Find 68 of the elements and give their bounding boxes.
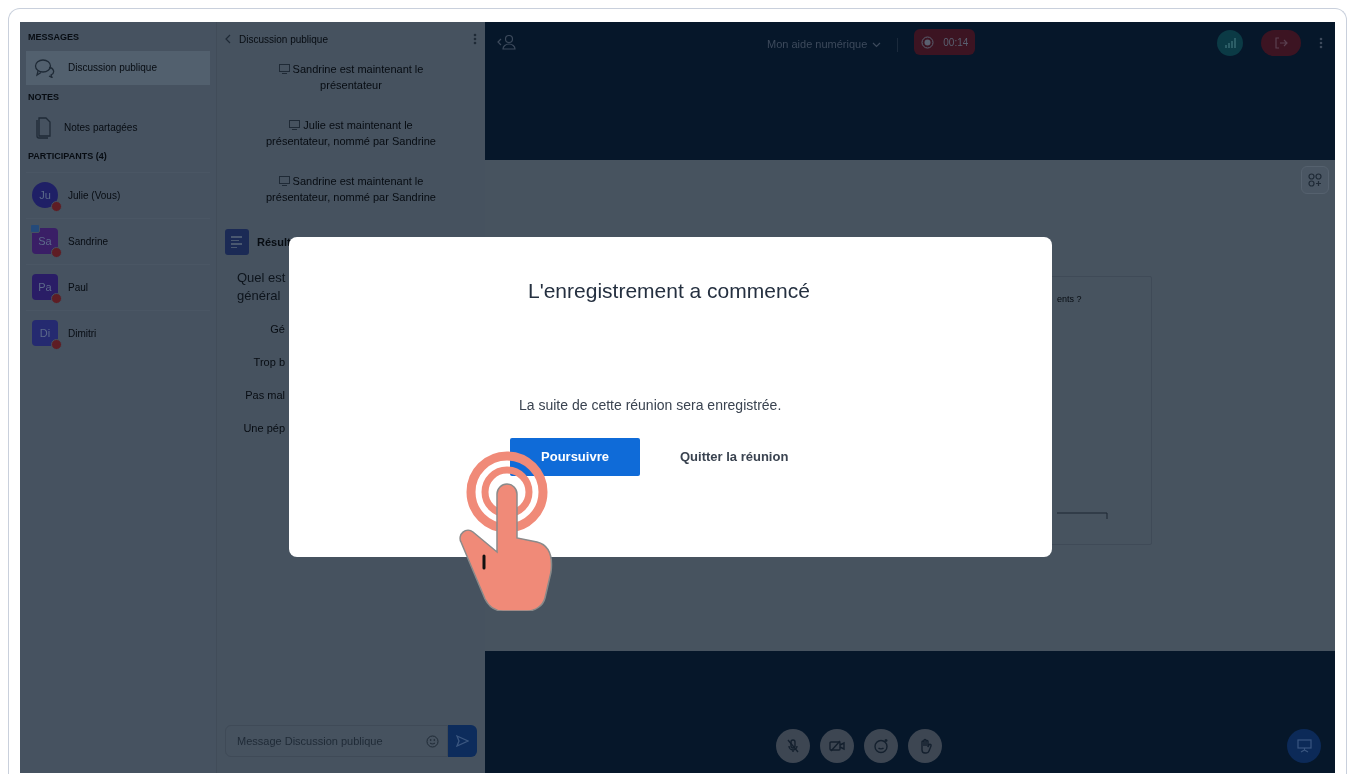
axis-line	[1057, 512, 1109, 520]
control-button[interactable]	[776, 729, 810, 763]
screen-share-button[interactable]	[1287, 729, 1321, 763]
chat-bubbles-icon	[34, 57, 56, 78]
poll-option: Une pép	[243, 420, 285, 437]
system-message: Sandrine est maintenant le	[292, 62, 424, 77]
participant-name: Paul	[68, 280, 88, 295]
record-icon	[921, 35, 935, 49]
participant-item[interactable]: Pa Paul	[26, 263, 210, 310]
leave-button[interactable]	[1261, 30, 1301, 56]
chat-title: Discussion publique	[239, 32, 328, 47]
system-message: présentateur, nommé par Sandrine	[266, 134, 436, 149]
poll-question: Quel est	[237, 269, 286, 287]
chart-title: ents ?	[1057, 293, 1083, 306]
more-icon[interactable]	[473, 33, 477, 45]
chevron-down-icon	[872, 41, 882, 48]
system-message: présentateur, nommé par Sandrine	[266, 190, 436, 205]
documents-icon	[34, 115, 52, 139]
monitor-icon	[278, 176, 290, 186]
control-button[interactable]	[908, 729, 942, 763]
continue-button[interactable]: Poursuivre	[510, 437, 640, 476]
exit-icon	[1274, 37, 1288, 49]
monitor-icon	[278, 64, 290, 74]
avatar: Di	[32, 320, 58, 346]
leave-meeting-button[interactable]: Quitter la réunion	[680, 446, 789, 467]
avatar: Sa	[32, 228, 58, 254]
sidebar-item[interactable]: Notes partagées	[26, 110, 210, 144]
dialog-title: L'enregistrement a commencé	[528, 278, 811, 304]
poll-option: Pas mal	[245, 387, 285, 404]
system-message: Julie est maintenant le	[303, 118, 413, 133]
avatar: Pa	[32, 274, 58, 300]
back-icon[interactable]	[225, 34, 231, 44]
system-message: Sandrine est maintenant le	[292, 174, 424, 189]
participant-item[interactable]: Ju Julie (Vous)	[26, 171, 210, 218]
section-heading: MESSAGES	[27, 31, 80, 44]
control-button[interactable]	[820, 729, 854, 763]
apps-button[interactable]	[1301, 166, 1329, 194]
signal-icon	[1224, 38, 1236, 48]
smiley-icon	[873, 738, 889, 754]
participant-item[interactable]: Di Dimitri	[26, 309, 210, 356]
poll-icon	[225, 229, 249, 255]
poll-question: général	[237, 287, 281, 305]
control-button[interactable]	[864, 729, 898, 763]
camera-off-icon	[828, 739, 846, 753]
send-icon	[456, 735, 469, 747]
system-message: présentateur	[320, 78, 382, 93]
section-heading: NOTES	[27, 90, 60, 104]
muted-microphone-icon	[785, 738, 801, 754]
smiley-icon[interactable]	[426, 734, 439, 748]
user-icon[interactable]	[497, 34, 517, 50]
apps-icon	[1308, 173, 1322, 187]
monitor-icon	[289, 120, 301, 130]
avatar: Ju	[32, 182, 58, 208]
poll-title: Résult	[257, 234, 291, 250]
more-icon[interactable]	[1319, 37, 1323, 49]
participant-name: Dimitri	[68, 326, 97, 341]
poll-option: Gé	[270, 321, 285, 338]
send-button[interactable]	[448, 725, 477, 757]
presentation-icon	[1296, 739, 1312, 753]
connection-status[interactable]	[1217, 30, 1243, 56]
recording-button[interactable]: 00:14	[914, 29, 976, 55]
sidebar-item[interactable]: Discussion publique	[26, 50, 210, 85]
poll-option: Trop b	[253, 354, 285, 371]
participant-name: Julie (Vous)	[68, 188, 121, 203]
section-heading: PARTICIPANTS (4)	[27, 150, 108, 163]
dialog-message: La suite de cette réunion sera enregistrée.	[519, 395, 783, 415]
participant-item[interactable]: Sa Sandrine	[26, 217, 210, 264]
participant-name: Sandrine	[68, 234, 109, 249]
